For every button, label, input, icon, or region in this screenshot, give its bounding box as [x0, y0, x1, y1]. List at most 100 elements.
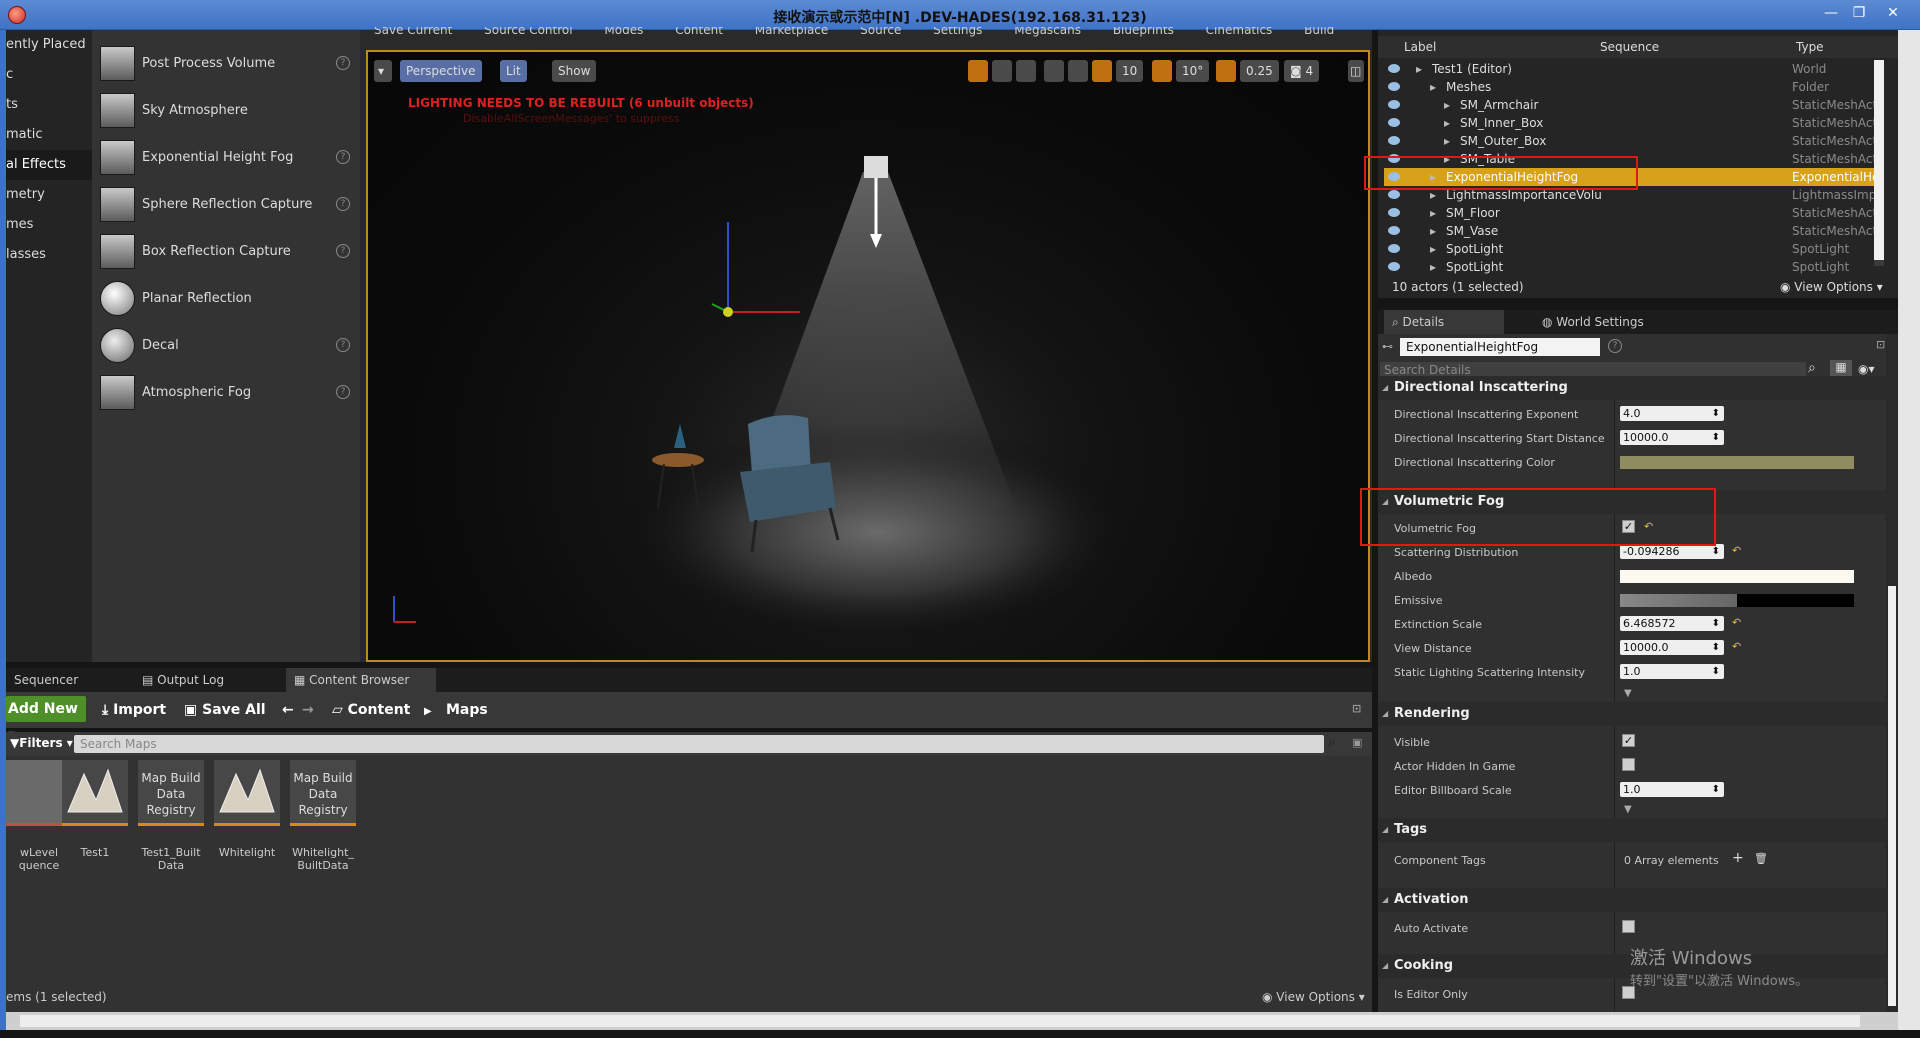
actor-name-field[interactable]: ExponentialHeightFog: [1400, 338, 1600, 356]
directional-color-swatch[interactable]: [1620, 456, 1854, 469]
scrollbar-thumb[interactable]: [20, 1015, 1860, 1027]
toolbar-modes[interactable]: Modes: [604, 27, 643, 37]
close-button[interactable]: ✕: [1882, 4, 1904, 22]
outliner-row[interactable]: ▸ SpotLight SpotLight: [1384, 240, 1874, 258]
outliner-row[interactable]: ▸ SM_Vase StaticMeshAct: [1384, 222, 1874, 240]
category-lights[interactable]: ts: [6, 90, 92, 120]
category-geometry[interactable]: metry: [6, 180, 92, 210]
outliner-row[interactable]: ▸ Test1 (Editor) World: [1384, 60, 1874, 78]
save-all-button[interactable]: ▣ Save All: [184, 702, 266, 718]
toolbar-source-control[interactable]: Source Control: [484, 27, 572, 37]
column-type[interactable]: Type: [1796, 40, 1824, 54]
help-icon[interactable]: ?: [336, 244, 350, 258]
extinction-scale-field[interactable]: 6.468572: [1620, 616, 1724, 631]
trash-icon[interactable]: 🗑: [1754, 852, 1768, 865]
help-icon[interactable]: ?: [336, 385, 350, 399]
history-back-icon[interactable]: ←: [282, 702, 294, 718]
search-maps-input[interactable]: Search Maps: [74, 735, 1324, 753]
directional-start-distance-field[interactable]: 10000.0: [1620, 430, 1724, 445]
scattering-distribution-field[interactable]: -0.094286: [1620, 544, 1724, 559]
tab-output-log[interactable]: ▤ Output Log: [134, 668, 284, 692]
place-item-sky-atmosphere[interactable]: Sky Atmosphere: [92, 87, 360, 134]
toolbar-content[interactable]: Content: [675, 27, 723, 37]
toolbar-marketplace[interactable]: Marketplace: [755, 27, 829, 37]
toolbar-settings[interactable]: Settings: [933, 27, 982, 37]
column-label[interactable]: Label: [1404, 40, 1436, 54]
help-icon[interactable]: ?: [1608, 339, 1622, 353]
albedo-color-swatch[interactable]: [1620, 570, 1854, 583]
visible-checkbox[interactable]: ✓: [1622, 734, 1635, 747]
tab-world-settings[interactable]: ◍ World Settings: [1534, 310, 1684, 334]
lock-icon[interactable]: ⊡: [1876, 338, 1885, 351]
help-icon[interactable]: ?: [336, 338, 350, 352]
outliner-view-options[interactable]: ◉ View Options ▾: [1780, 280, 1883, 294]
visibility-eye-icon[interactable]: [1388, 190, 1400, 199]
billboard-scale-field[interactable]: 1.0: [1620, 782, 1724, 797]
toolbar-build[interactable]: Build: [1304, 27, 1334, 37]
visibility-eye-icon[interactable]: [1388, 262, 1400, 271]
visibility-eye-icon[interactable]: [1388, 208, 1400, 217]
category-recently-placed[interactable]: ently Placed: [6, 30, 92, 60]
visibility-eye-icon[interactable]: [1388, 118, 1400, 127]
place-item-exponential-height-fog[interactable]: Exponential Height Fog ?: [92, 134, 360, 181]
reset-to-default-icon[interactable]: ↶: [1732, 544, 1741, 557]
category-cinematic[interactable]: matic: [6, 120, 92, 150]
place-item-sphere-reflection-capture[interactable]: Sphere Reflection Capture ?: [92, 181, 360, 228]
category-basic[interactable]: c: [6, 60, 92, 90]
place-item-planar-reflection[interactable]: Planar Reflection: [92, 275, 360, 322]
actor-hidden-checkbox[interactable]: [1622, 758, 1635, 771]
toolbar-blueprints[interactable]: Blueprints: [1113, 27, 1174, 37]
add-element-icon[interactable]: +: [1732, 850, 1744, 866]
scrollbar-thumb[interactable]: [1874, 60, 1884, 260]
expand-advanced-icon[interactable]: ▼: [1624, 804, 1632, 815]
outliner-scrollbar[interactable]: [1874, 60, 1884, 266]
search-icon[interactable]: ⌕: [1328, 734, 1336, 750]
toolbar-cinematics[interactable]: Cinematics: [1206, 27, 1273, 37]
help-icon[interactable]: ?: [336, 150, 350, 164]
maximize-button[interactable]: ❐: [1848, 4, 1870, 22]
add-new-button[interactable]: Add New ▾: [6, 696, 86, 743]
toolbar-save-current[interactable]: Save Current: [374, 27, 452, 37]
section-activation[interactable]: Activation: [1378, 888, 1886, 912]
place-item-atmospheric-fog[interactable]: Atmospheric Fog ?: [92, 369, 360, 416]
search-icon[interactable]: ⌕: [1808, 360, 1816, 376]
section-directional-inscattering[interactable]: Directional Inscattering: [1378, 376, 1886, 400]
place-item-post-process-volume[interactable]: Post Process Volume ?: [92, 40, 360, 87]
tab-details[interactable]: ⌕ Details: [1384, 310, 1504, 334]
outliner-row[interactable]: ▸ Meshes Folder: [1384, 78, 1874, 96]
visibility-eye-icon[interactable]: ◉▾: [1858, 362, 1875, 376]
view-distance-field[interactable]: 10000.0: [1620, 640, 1724, 655]
filters-button[interactable]: ▼Filters ▾: [10, 736, 73, 750]
tab-content-browser[interactable]: ▦ Content Browser: [286, 668, 436, 692]
toolbar-source[interactable]: Source: [860, 27, 901, 37]
minimize-button[interactable]: —: [1820, 4, 1842, 22]
window-scrollbar[interactable]: [1898, 30, 1920, 1030]
section-tags[interactable]: Tags: [1378, 818, 1886, 842]
details-scrollbar[interactable]: [1886, 334, 1898, 1012]
lock-icon[interactable]: ⊡: [1352, 702, 1361, 715]
place-item-box-reflection-capture[interactable]: Box Reflection Capture ?: [92, 228, 360, 275]
outliner-row[interactable]: ▸ SM_Outer_Box StaticMeshAct: [1384, 132, 1874, 150]
category-visual-effects[interactable]: al Effects: [6, 150, 92, 180]
import-button[interactable]: ⤓ Import: [102, 702, 166, 718]
static-lighting-scattering-field[interactable]: 1.0: [1620, 664, 1724, 679]
history-forward-icon[interactable]: →: [302, 702, 314, 718]
reset-to-default-icon[interactable]: ↶: [1732, 640, 1741, 653]
content-view-options[interactable]: ◉ View Options ▾: [1262, 990, 1365, 1004]
expand-advanced-icon[interactable]: ▼: [1624, 688, 1632, 699]
category-volumes[interactable]: mes: [6, 210, 92, 240]
visibility-eye-icon[interactable]: [1388, 136, 1400, 145]
toolbar-megascans[interactable]: Megascans: [1014, 27, 1081, 37]
place-item-decal[interactable]: Decal ?: [92, 322, 360, 369]
help-icon[interactable]: ?: [336, 56, 350, 70]
emissive-color-swatch[interactable]: [1620, 594, 1854, 607]
section-rendering[interactable]: Rendering: [1378, 702, 1886, 726]
breadcrumb-maps[interactable]: Maps: [446, 702, 488, 718]
category-all-classes[interactable]: lasses: [6, 240, 92, 270]
auto-activate-checkbox[interactable]: [1622, 920, 1635, 933]
tab-sequencer[interactable]: Sequencer: [6, 668, 126, 692]
outliner-row[interactable]: ▸ SM_Inner_Box StaticMeshAct: [1384, 114, 1874, 132]
level-viewport[interactable]: ▾ Perspective Lit Show 10 10° 0.25 ◙ 4 ◫…: [366, 50, 1370, 662]
visibility-eye-icon[interactable]: [1388, 82, 1400, 91]
visibility-eye-icon[interactable]: [1388, 226, 1400, 235]
